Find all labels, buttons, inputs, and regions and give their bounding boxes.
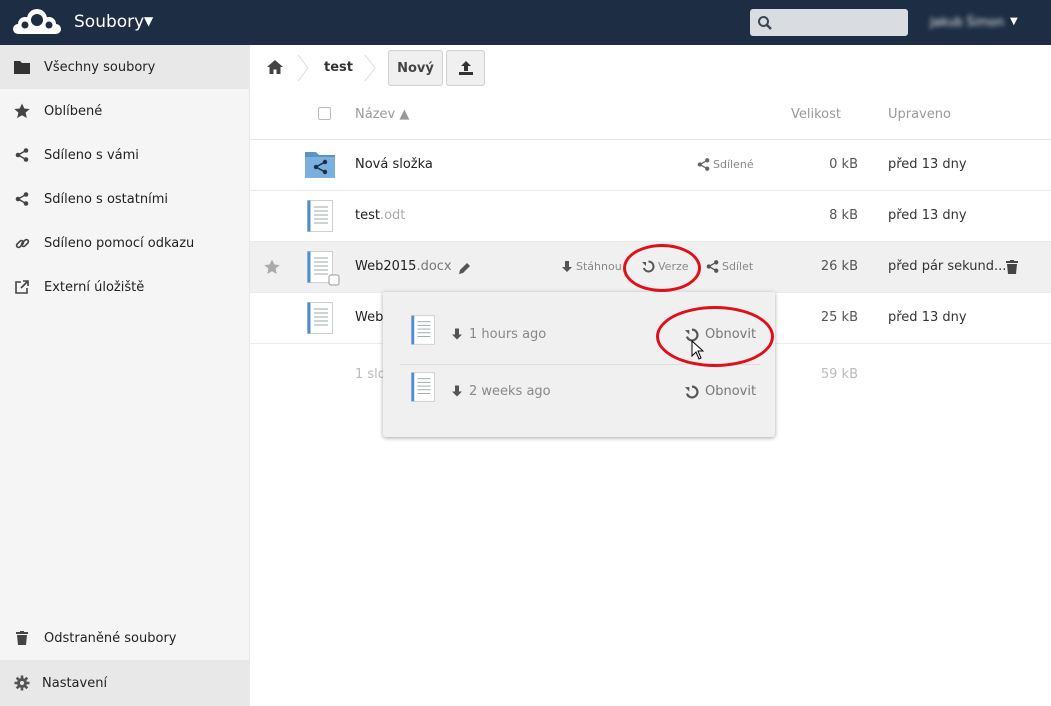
link-icon (14, 235, 30, 251)
share-icon (14, 147, 30, 163)
app-menu-caret-icon[interactable]: ▼ (144, 14, 153, 28)
share-label: Sdílet (722, 260, 754, 273)
rename-pencil-icon[interactable] (458, 262, 471, 275)
upload-button[interactable] (446, 50, 485, 86)
share-icon (697, 158, 710, 171)
download-icon (562, 260, 572, 272)
file-size: 0 kB (829, 157, 858, 172)
shared-folder-icon (305, 152, 335, 178)
download-icon (452, 385, 462, 397)
breadcrumb-test[interactable]: test (324, 60, 353, 75)
annotation-circle-versions (623, 244, 701, 292)
home-icon[interactable] (266, 59, 284, 75)
download-icon (452, 328, 462, 340)
app-title[interactable]: Soubory (74, 12, 144, 32)
file-size: 8 kB (829, 208, 858, 223)
new-button[interactable]: Nový (388, 50, 443, 86)
mouse-cursor-icon (691, 340, 705, 360)
download-action[interactable]: Stáhnou (561, 260, 622, 273)
star-icon (14, 103, 30, 119)
table-row[interactable]: Nová složka Sdílené 0 kB před 13 dny (250, 140, 1051, 191)
annotation-circle-restore (656, 306, 774, 367)
sidebar-item-shared-with-others[interactable]: Sdíleno s ostatními (0, 177, 250, 221)
document-icon (307, 251, 340, 286)
sidebar-item-label: Sdíleno s vámi (44, 147, 139, 163)
share-icon (706, 260, 719, 273)
column-size-header[interactable]: Velikost (791, 107, 841, 122)
top-bar: Soubory ▼ Jakub Šimon ▼ (0, 0, 1051, 45)
version-time: 2 weeks ago (469, 384, 551, 399)
file-modified: před pár sekund... (888, 259, 1007, 274)
select-all-checkbox[interactable] (318, 107, 331, 120)
download-label: Stáhnou (576, 260, 622, 273)
file-name[interactable]: Web (355, 310, 383, 325)
document-icon (307, 302, 333, 334)
version-time: 1 hours ago (469, 327, 547, 342)
folder-icon (14, 59, 30, 75)
column-modified-header[interactable]: Upraveno (888, 107, 951, 122)
file-modified: před 13 dny (888, 310, 967, 325)
summary-count: 1 slo (355, 367, 386, 382)
share-icon (14, 191, 30, 207)
sidebar-settings[interactable]: Nastavení (0, 660, 250, 706)
history-icon (685, 385, 699, 398)
document-icon (411, 315, 435, 345)
restore-label: Obnovit (705, 384, 757, 399)
search-input[interactable] (750, 9, 908, 36)
sidebar-item-label: Sdíleno pomocí odkazu (44, 235, 195, 251)
breadcrumb-separator-icon (297, 55, 309, 81)
gear-icon (14, 675, 30, 691)
summary-size: 59 kB (820, 367, 858, 382)
sidebar-item-shared-with-you[interactable]: Sdíleno s vámi (0, 133, 250, 177)
search-icon (758, 16, 772, 30)
sidebar-item-label: Externí úložiště (44, 279, 145, 295)
file-name[interactable]: Nová složka (355, 157, 433, 172)
delete-trash-icon[interactable] (1006, 260, 1018, 274)
file-name[interactable]: Web2015.docx (355, 259, 452, 274)
file-name[interactable]: test.odt (355, 208, 405, 223)
sidebar-item-label: Oblíbené (44, 103, 103, 119)
breadcrumb-separator-icon (364, 55, 376, 81)
version-download-link[interactable]: 2 weeks ago (451, 384, 551, 399)
upload-icon (459, 61, 473, 75)
owncloud-logo[interactable] (11, 6, 63, 38)
sidebar-item-favorites[interactable]: Oblíbené (0, 89, 250, 133)
sidebar-item-shared-by-link[interactable]: Sdíleno pomocí odkazu (0, 221, 250, 265)
version-item: 2 weeks ago Obnovit (403, 363, 758, 419)
document-icon (307, 200, 333, 232)
file-modified: před 13 dny (888, 208, 967, 223)
restore-button[interactable]: Obnovit (685, 384, 756, 399)
share-label: Sdílené (713, 158, 754, 171)
table-row[interactable]: test.odt 8 kB před 13 dny (250, 191, 1051, 242)
sidebar: Všechny soubory Oblíbené Sdíleno s vámi … (0, 45, 250, 706)
sidebar-item-all-files[interactable]: Všechny soubory (0, 45, 250, 89)
share-action[interactable]: Sdílené (697, 158, 754, 171)
sidebar-item-external-storage[interactable]: Externí úložiště (0, 265, 250, 309)
sidebar-item-label: Odstraněné soubory (44, 630, 177, 646)
file-size: 26 kB (820, 259, 858, 274)
column-name-header[interactable]: Název ▲ (355, 107, 409, 122)
trash-icon (14, 630, 30, 646)
favorite-star-icon[interactable] (264, 259, 280, 275)
file-size: 25 kB (820, 310, 858, 325)
version-download-link[interactable]: 1 hours ago (451, 327, 546, 342)
sidebar-item-label: Všechny soubory (44, 59, 156, 75)
sidebar-item-label: Nastavení (42, 675, 108, 691)
sidebar-item-deleted-files[interactable]: Odstraněné soubory (0, 616, 250, 660)
external-icon (14, 279, 30, 295)
sidebar-item-label: Sdíleno s ostatními (44, 191, 168, 207)
document-icon (411, 372, 435, 402)
user-menu-caret-icon[interactable]: ▼ (1010, 16, 1018, 27)
user-menu-name[interactable]: Jakub Šimon (930, 15, 1004, 29)
share-action[interactable]: Sdílet (706, 260, 753, 273)
file-modified: před 13 dny (888, 157, 967, 172)
